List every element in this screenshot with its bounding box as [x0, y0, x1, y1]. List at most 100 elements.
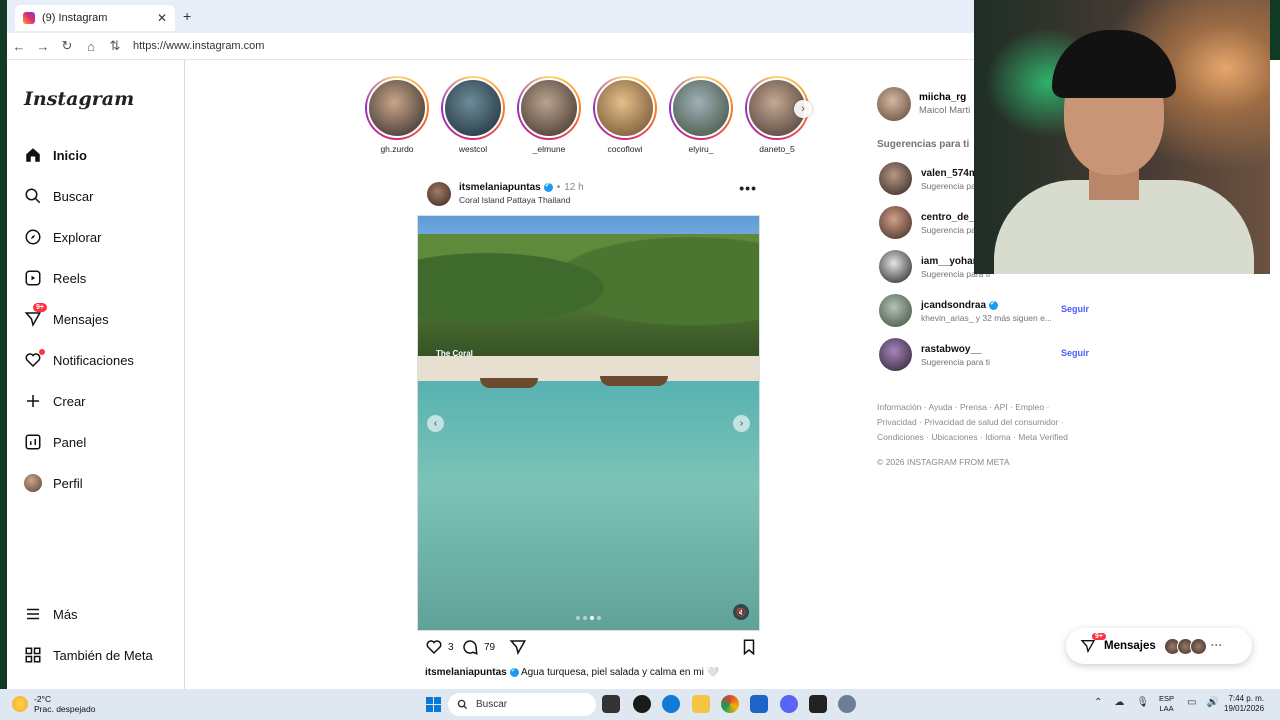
story-username: _elmune: [532, 144, 566, 154]
suggestion-username[interactable]: valen_574m: [921, 168, 978, 179]
sidebar-item-tambien-de-meta[interactable]: También de Meta: [23, 640, 153, 670]
display-icon[interactable]: ▭: [1187, 697, 1196, 708]
suggestion-username[interactable]: iam__yohan: [921, 256, 979, 267]
avatar[interactable]: [879, 338, 912, 371]
back-button[interactable]: ←: [7, 39, 31, 54]
story-item[interactable]: westcol: [440, 76, 506, 154]
avatar[interactable]: [879, 250, 912, 283]
sidebar-item-buscar[interactable]: Buscar: [23, 181, 93, 211]
media-watermark: The Coral: [436, 349, 473, 358]
task-view-icon[interactable]: [602, 695, 620, 713]
current-username[interactable]: miicha_rg: [919, 92, 966, 103]
avatar[interactable]: [879, 162, 912, 195]
taskbar-search-label: Buscar: [476, 699, 508, 710]
sidebar-item-inicio[interactable]: Inicio: [23, 140, 87, 170]
search-icon: [23, 186, 43, 206]
more-icon: ···: [1210, 640, 1223, 652]
comment-button[interactable]: 79: [461, 638, 495, 656]
avatar[interactable]: [879, 206, 912, 239]
save-button[interactable]: [741, 638, 757, 656]
settings-icon[interactable]: [838, 695, 856, 713]
taskbar-search[interactable]: Buscar: [448, 693, 596, 716]
home-button[interactable]: ⌂: [79, 39, 103, 54]
suggestion-username[interactable]: centro_de_r: [921, 212, 978, 223]
post-media[interactable]: The Coral ‹ › 🔇: [417, 215, 760, 631]
post-username[interactable]: itsmelaniapuntas: [459, 182, 541, 193]
caption-username[interactable]: itsmelaniapuntas: [425, 667, 507, 678]
follow-button[interactable]: Seguir: [1061, 304, 1089, 314]
carousel-prev-button[interactable]: ‹: [427, 415, 444, 432]
sidebar-item-label: Reels: [53, 270, 87, 286]
like-count: 3: [448, 641, 454, 653]
story-item[interactable]: elyiru_: [668, 76, 734, 154]
post-separator: •: [556, 182, 561, 193]
browser-tab[interactable]: (9) Instagram ✕: [15, 5, 175, 31]
file-explorer-icon[interactable]: [692, 695, 710, 713]
sidebar-item-panel[interactable]: Panel: [23, 427, 86, 457]
post-username-line: itsmelaniapuntas •12 h: [459, 181, 584, 193]
forward-button[interactable]: →: [31, 39, 55, 54]
url-field[interactable]: https://www.instagram.com: [133, 40, 264, 52]
boat-shape: [600, 376, 668, 386]
weather-widget[interactable]: -2°C Prac. despejado: [12, 694, 95, 714]
post-location[interactable]: Coral Island Pattaya Thailand: [459, 195, 570, 205]
messages-badge: 9+: [1092, 633, 1106, 640]
microphone-icon[interactable]: 🎙: [1136, 697, 1149, 708]
sidebar-item-explorar[interactable]: Explorar: [23, 222, 101, 252]
story-item[interactable]: gh.zurdo: [364, 76, 430, 154]
epic-games-icon[interactable]: [809, 695, 827, 713]
follow-button[interactable]: Seguir: [1061, 348, 1089, 358]
sidebar-item-perfil[interactable]: Perfil: [23, 468, 83, 498]
sidebar-item-reels[interactable]: Reels: [23, 263, 86, 293]
weather-icon: [12, 696, 28, 712]
carousel-next-button[interactable]: ›: [733, 415, 750, 432]
suggestion-username[interactable]: jcandsondraa: [921, 300, 986, 311]
notification-dot: [39, 349, 45, 355]
home-icon: [23, 145, 43, 165]
comment-icon: [463, 640, 478, 655]
new-tab-button[interactable]: +: [183, 8, 191, 24]
avatar[interactable]: [879, 294, 912, 327]
tray-chevron-icon[interactable]: ⌃: [1094, 697, 1102, 708]
sidebar-item-notificaciones[interactable]: Notificaciones: [23, 345, 134, 375]
volume-icon[interactable]: 🔊: [1206, 697, 1218, 708]
sidebar-item-label: Panel: [53, 434, 87, 450]
site-info-icon[interactable]: ⇅: [103, 38, 127, 54]
sidebar-item-label: Mensajes: [53, 311, 109, 327]
sidebar-item-label: Crear: [53, 393, 86, 409]
stories-next-button[interactable]: ›: [794, 100, 812, 118]
windows-start-icon[interactable]: [426, 697, 441, 712]
story-username: elyiru_: [688, 144, 714, 154]
discord-icon[interactable]: [780, 695, 798, 713]
post-header: itsmelaniapuntas •12 h Coral Island Patta…: [425, 180, 765, 210]
suggestions-title: Sugerencias para ti: [877, 139, 970, 150]
story-username: cocoflowi: [607, 144, 643, 154]
post-avatar[interactable]: [427, 182, 451, 206]
instagram-logo[interactable]: Instagram: [24, 88, 134, 110]
suggestion-username[interactable]: rastabwoy__: [921, 344, 982, 355]
avatar[interactable]: [877, 87, 911, 121]
system-tray: ⌃ ☁ 🎙: [1094, 697, 1149, 708]
story-item[interactable]: cocoflowi: [592, 76, 658, 154]
share-button[interactable]: [509, 638, 527, 656]
language-indicator[interactable]: ESP LAA: [1159, 694, 1174, 714]
onedrive-icon[interactable]: ☁: [1114, 697, 1124, 708]
chrome-icon[interactable]: [721, 695, 739, 713]
sidebar-item-crear[interactable]: Crear: [23, 386, 86, 416]
app-icon[interactable]: [633, 695, 651, 713]
messages-button[interactable]: 9+ Mensajes ···: [1066, 628, 1252, 664]
sidebar-item-mas[interactable]: Más: [23, 599, 78, 629]
story-item[interactable]: _elmune: [516, 76, 582, 154]
store-icon[interactable]: [750, 695, 768, 713]
mute-icon[interactable]: 🔇: [733, 604, 749, 620]
like-button[interactable]: 3: [425, 638, 454, 656]
close-tab-icon[interactable]: ✕: [157, 11, 167, 25]
sidebar-item-mensajes[interactable]: 9+ Mensajes: [23, 303, 109, 334]
edge-icon[interactable]: [662, 695, 680, 713]
clock[interactable]: 7:44 p. m. 19/01/2026: [1224, 694, 1264, 714]
browser-tabbar: (9) Instagram ✕ +: [7, 0, 974, 33]
post-options-icon[interactable]: •••: [739, 180, 757, 196]
address-bar: ← → ↻ ⌂ ⇅ https://www.instagram.com: [7, 33, 974, 60]
reload-button[interactable]: ↻: [55, 38, 79, 54]
footer-links[interactable]: Información · Ayuda · Prensa · API · Emp…: [877, 400, 1077, 445]
